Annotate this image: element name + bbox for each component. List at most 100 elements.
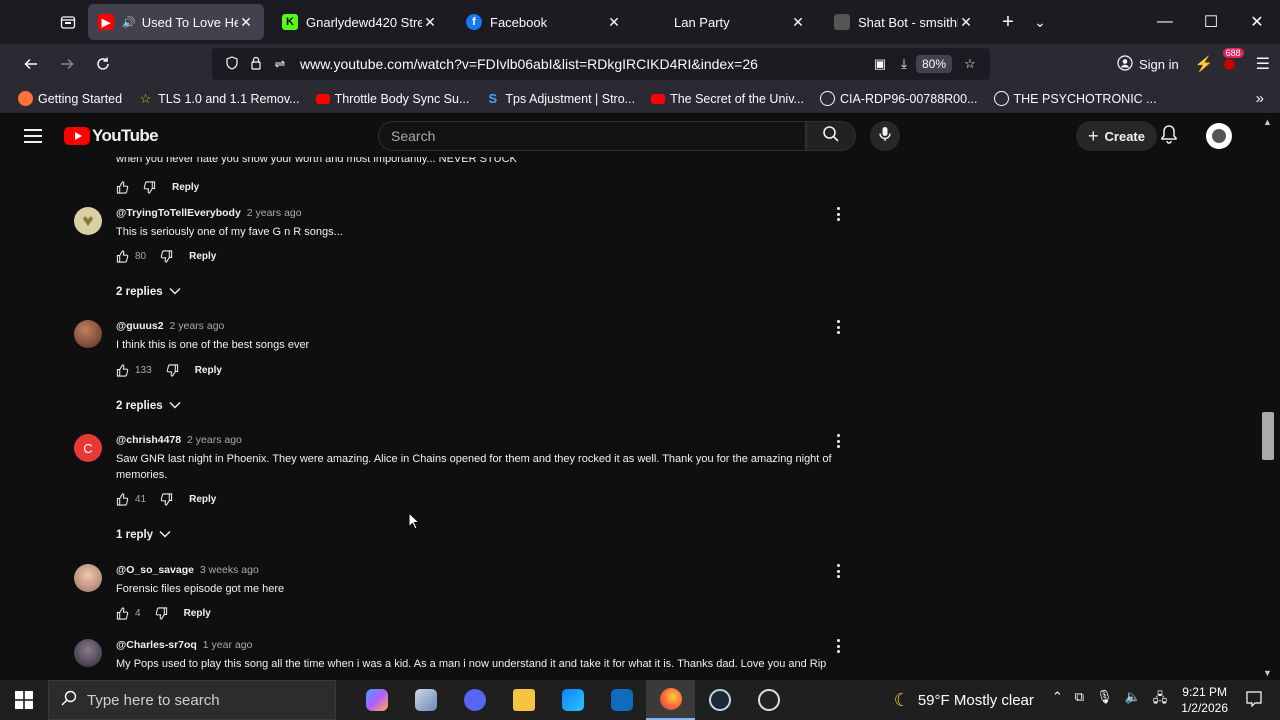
tab-used-to-love-her[interactable]: ▶ 🔊 Used To Love Her - ✕: [88, 4, 264, 40]
show-replies-button[interactable]: 2 replies: [116, 400, 181, 412]
bookmark-secret-universe[interactable]: The Secret of the Univ...: [651, 92, 804, 106]
app-menu-icon[interactable]: ☰: [1256, 54, 1270, 74]
speaker-icon[interactable]: 🔊: [122, 16, 136, 29]
address-bar[interactable]: ⇌ www.youtube.com/watch?v=FDIvlb06abI&li…: [212, 48, 990, 80]
dislike-icon[interactable]: [166, 363, 179, 377]
url-text[interactable]: www.youtube.com/watch?v=FDIvlb06abI&list…: [300, 56, 868, 72]
picture-in-picture-icon[interactable]: ▣: [868, 56, 892, 72]
reply-button[interactable]: Reply: [195, 365, 222, 376]
bookmark-throttle-body[interactable]: Throttle Body Sync Su...: [315, 92, 469, 106]
shield-icon[interactable]: [220, 55, 244, 73]
account-avatar[interactable]: [1206, 123, 1232, 149]
more-actions-icon[interactable]: [834, 320, 842, 334]
clock[interactable]: 9:21 PM 1/2/2026: [1181, 684, 1228, 716]
more-actions-icon[interactable]: [834, 207, 842, 221]
steam-icon[interactable]: [695, 680, 744, 720]
more-actions-icon[interactable]: [834, 564, 842, 578]
comment-time[interactable]: 3 weeks ago: [200, 564, 259, 576]
discord-icon[interactable]: [450, 680, 499, 720]
file-explorer-icon[interactable]: [499, 680, 548, 720]
show-replies-button[interactable]: 1 reply: [116, 529, 171, 541]
new-tab-button[interactable]: +: [992, 11, 1024, 34]
avatar[interactable]: [74, 320, 102, 348]
reply-button[interactable]: Reply: [172, 182, 199, 193]
permissions-icon[interactable]: ⇌: [268, 56, 292, 72]
windows-start-icon[interactable]: [0, 680, 48, 720]
comment-author[interactable]: @chrish4478: [116, 434, 181, 446]
reply-button[interactable]: Reply: [184, 608, 211, 619]
close-icon[interactable]: ✕: [958, 14, 974, 31]
close-icon[interactable]: ✕: [606, 14, 622, 31]
save-page-icon[interactable]: ⤓: [892, 56, 916, 72]
comment-author[interactable]: @O_so_savage: [116, 564, 194, 576]
comment-author[interactable]: @TryingToTellEverybody: [116, 207, 241, 219]
like-icon[interactable]: [116, 249, 129, 263]
close-window-icon[interactable]: ✕: [1234, 0, 1280, 44]
more-actions-icon[interactable]: [834, 434, 842, 448]
zoom-level-badge[interactable]: 80%: [915, 55, 952, 73]
like-icon[interactable]: [116, 363, 129, 377]
sign-in-button[interactable]: Sign in: [1111, 54, 1185, 74]
file-manager-icon[interactable]: [401, 680, 450, 720]
show-replies-button[interactable]: 2 replies: [116, 286, 181, 298]
volume-icon[interactable]: 🔈: [1125, 689, 1141, 711]
bookmark-getting-started[interactable]: Getting Started: [18, 91, 122, 106]
notifications-bell-icon[interactable]: [1160, 124, 1178, 149]
list-all-tabs-icon[interactable]: ⌄: [1024, 14, 1056, 31]
hamburger-menu-icon[interactable]: [24, 129, 48, 143]
tab-facebook[interactable]: f Facebook ✕: [456, 4, 632, 40]
notification-center-icon[interactable]: [1246, 690, 1266, 710]
avatar[interactable]: [74, 207, 102, 235]
reply-button[interactable]: Reply: [189, 251, 216, 262]
copilot-icon[interactable]: [352, 680, 401, 720]
comment-time[interactable]: 1 year ago: [203, 639, 253, 651]
tab-lan-party[interactable]: Lan Party ✕: [640, 4, 816, 40]
back-icon[interactable]: [16, 49, 46, 79]
reply-button[interactable]: Reply: [189, 494, 216, 505]
firefox-taskbar-icon[interactable]: [646, 680, 695, 720]
like-icon[interactable]: [116, 180, 129, 194]
minimize-icon[interactable]: —: [1142, 0, 1188, 44]
show-hidden-icons-icon[interactable]: ⌃: [1052, 689, 1063, 711]
dislike-icon[interactable]: [160, 492, 173, 506]
dislike-icon[interactable]: [143, 180, 156, 194]
bookmark-cia-rdp[interactable]: CIA-RDP96-00788R00...: [819, 91, 978, 106]
scroll-down-icon[interactable]: ▼: [1263, 668, 1272, 678]
dislike-icon[interactable]: [160, 249, 173, 263]
bookmark-tls[interactable]: ☆ TLS 1.0 and 1.1 Remov...: [138, 91, 300, 106]
like-icon[interactable]: [116, 606, 129, 620]
tab-shat-bot[interactable]: Shat Bot - smsithlord.co ✕: [824, 4, 984, 40]
obs-icon[interactable]: [744, 680, 793, 720]
page-scrollbar[interactable]: ▲ ▼: [1256, 115, 1280, 680]
create-button[interactable]: + Create: [1076, 121, 1157, 151]
avatar[interactable]: [74, 639, 102, 667]
forward-icon[interactable]: [52, 49, 82, 79]
close-icon[interactable]: ✕: [790, 14, 806, 31]
ublock-icon[interactable]: ⬣ 688: [1222, 47, 1244, 73]
more-bookmarks-icon[interactable]: »: [1256, 90, 1264, 107]
network-icon[interactable]: 🖧: [1153, 689, 1168, 711]
bookmark-psychotronic[interactable]: THE PSYCHOTRONIC ...: [993, 91, 1157, 106]
scroll-up-icon[interactable]: ▲: [1263, 117, 1272, 127]
avatar[interactable]: C: [74, 434, 102, 462]
comment-time[interactable]: 2 years ago: [187, 434, 242, 446]
extensions-icon[interactable]: ⚡: [1195, 55, 1214, 73]
like-icon[interactable]: [116, 492, 129, 506]
comment-time[interactable]: 2 years ago: [170, 320, 225, 332]
maximize-icon[interactable]: ☐: [1188, 0, 1234, 44]
voice-search-button[interactable]: [870, 121, 900, 151]
close-icon[interactable]: ✕: [238, 14, 254, 31]
comment-author[interactable]: @guuus2: [116, 320, 164, 332]
taskbar-search-input[interactable]: Type here to search: [48, 680, 336, 720]
reload-icon[interactable]: [88, 49, 118, 79]
firefox-view-icon[interactable]: [48, 0, 88, 44]
tab-gnarlydewd-stream[interactable]: K Gnarlydewd420 Stream ✕: [272, 4, 448, 40]
bookmark-tps-adjustment[interactable]: S Tps Adjustment | Stro...: [485, 91, 636, 106]
microsoft-store-icon[interactable]: [548, 680, 597, 720]
dislike-icon[interactable]: [155, 606, 168, 620]
comment-time[interactable]: 2 years ago: [247, 207, 302, 219]
bookmark-star-icon[interactable]: ☆: [958, 56, 982, 72]
microphone-tray-icon[interactable]: 🎙: [1096, 689, 1113, 711]
comment-author[interactable]: @Charles-sr7oq: [116, 639, 197, 651]
outlook-icon[interactable]: [597, 680, 646, 720]
